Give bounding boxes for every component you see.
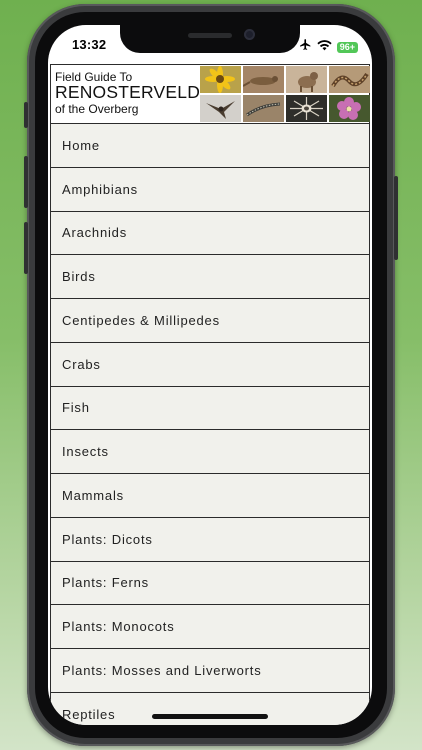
spider-photo: [286, 95, 327, 122]
list-item-reptiles[interactable]: Reptiles: [51, 693, 369, 725]
list-item-label: Plants: Ferns: [62, 575, 149, 591]
list-item-home[interactable]: Home: [51, 124, 369, 168]
list-item-crabs[interactable]: Crabs: [51, 343, 369, 387]
wifi-icon: [317, 38, 332, 56]
battery-icon: 96+: [336, 41, 358, 53]
power-button: [394, 176, 398, 260]
list-item-label: Fish: [62, 400, 90, 416]
category-list: Home Amphibians Arachnids Birds Centiped…: [50, 124, 370, 725]
list-item-label: Arachnids: [62, 225, 128, 241]
mammal-photo: [286, 66, 327, 93]
airplane-icon: [299, 38, 312, 56]
app-screen: 13:32 96+ Field Guide To RENOSTERVELD of…: [48, 25, 372, 725]
list-item-plants-monocots[interactable]: Plants: Monocots: [51, 605, 369, 649]
list-item-centipedes-millipedes[interactable]: Centipedes & Millipedes: [51, 299, 369, 343]
list-item-plants-mosses-liverworts[interactable]: Plants: Mosses and Liverworts: [51, 649, 369, 693]
list-item-label: Crabs: [62, 356, 101, 372]
list-item-insects[interactable]: Insects: [51, 430, 369, 474]
yellow-flower-photo: [200, 66, 241, 93]
snake-photo: [329, 66, 370, 93]
home-indicator[interactable]: [152, 714, 268, 719]
volume-down-button: [24, 222, 28, 274]
status-time: 13:32: [72, 37, 107, 52]
banner-title: Field Guide To RENOSTERVELD of the Overb…: [55, 71, 200, 115]
volume-up-button: [24, 156, 28, 208]
bird-photo: [200, 95, 241, 122]
list-item-label: Mammals: [62, 487, 124, 503]
list-item-label: Plants: Mosses and Liverworts: [62, 662, 262, 678]
list-item-plants-ferns[interactable]: Plants: Ferns: [51, 562, 369, 606]
list-item-label: Plants: Monocots: [62, 619, 175, 635]
list-item-label: Centipedes & Millipedes: [62, 312, 220, 328]
banner-photo-grid: [200, 66, 370, 122]
lizard-photo: [243, 66, 284, 93]
list-item-label: Plants: Dicots: [62, 531, 153, 547]
banner-line-3: of the Overberg: [55, 101, 139, 116]
list-item-label: Insects: [62, 444, 109, 460]
list-item-label: Reptiles: [62, 706, 116, 722]
list-item-amphibians[interactable]: Amphibians: [51, 168, 369, 212]
banner-line-2: RENOSTERVELD: [55, 82, 201, 102]
mute-switch: [24, 102, 28, 128]
small-lizard-photo: [243, 95, 284, 122]
list-item-label: Home: [62, 137, 100, 153]
pink-flower-photo: [329, 95, 370, 122]
list-item-fish[interactable]: Fish: [51, 387, 369, 431]
front-camera: [244, 29, 255, 40]
speaker: [188, 33, 232, 38]
list-item-arachnids[interactable]: Arachnids: [51, 212, 369, 256]
list-item-plants-dicots[interactable]: Plants: Dicots: [51, 518, 369, 562]
list-item-mammals[interactable]: Mammals: [51, 474, 369, 518]
list-item-birds[interactable]: Birds: [51, 255, 369, 299]
notch: [120, 25, 300, 53]
list-item-label: Amphibians: [62, 181, 138, 197]
app-header-banner: Field Guide To RENOSTERVELD of the Overb…: [50, 64, 370, 124]
status-icons: 96+: [299, 38, 358, 56]
list-item-label: Birds: [62, 269, 96, 285]
